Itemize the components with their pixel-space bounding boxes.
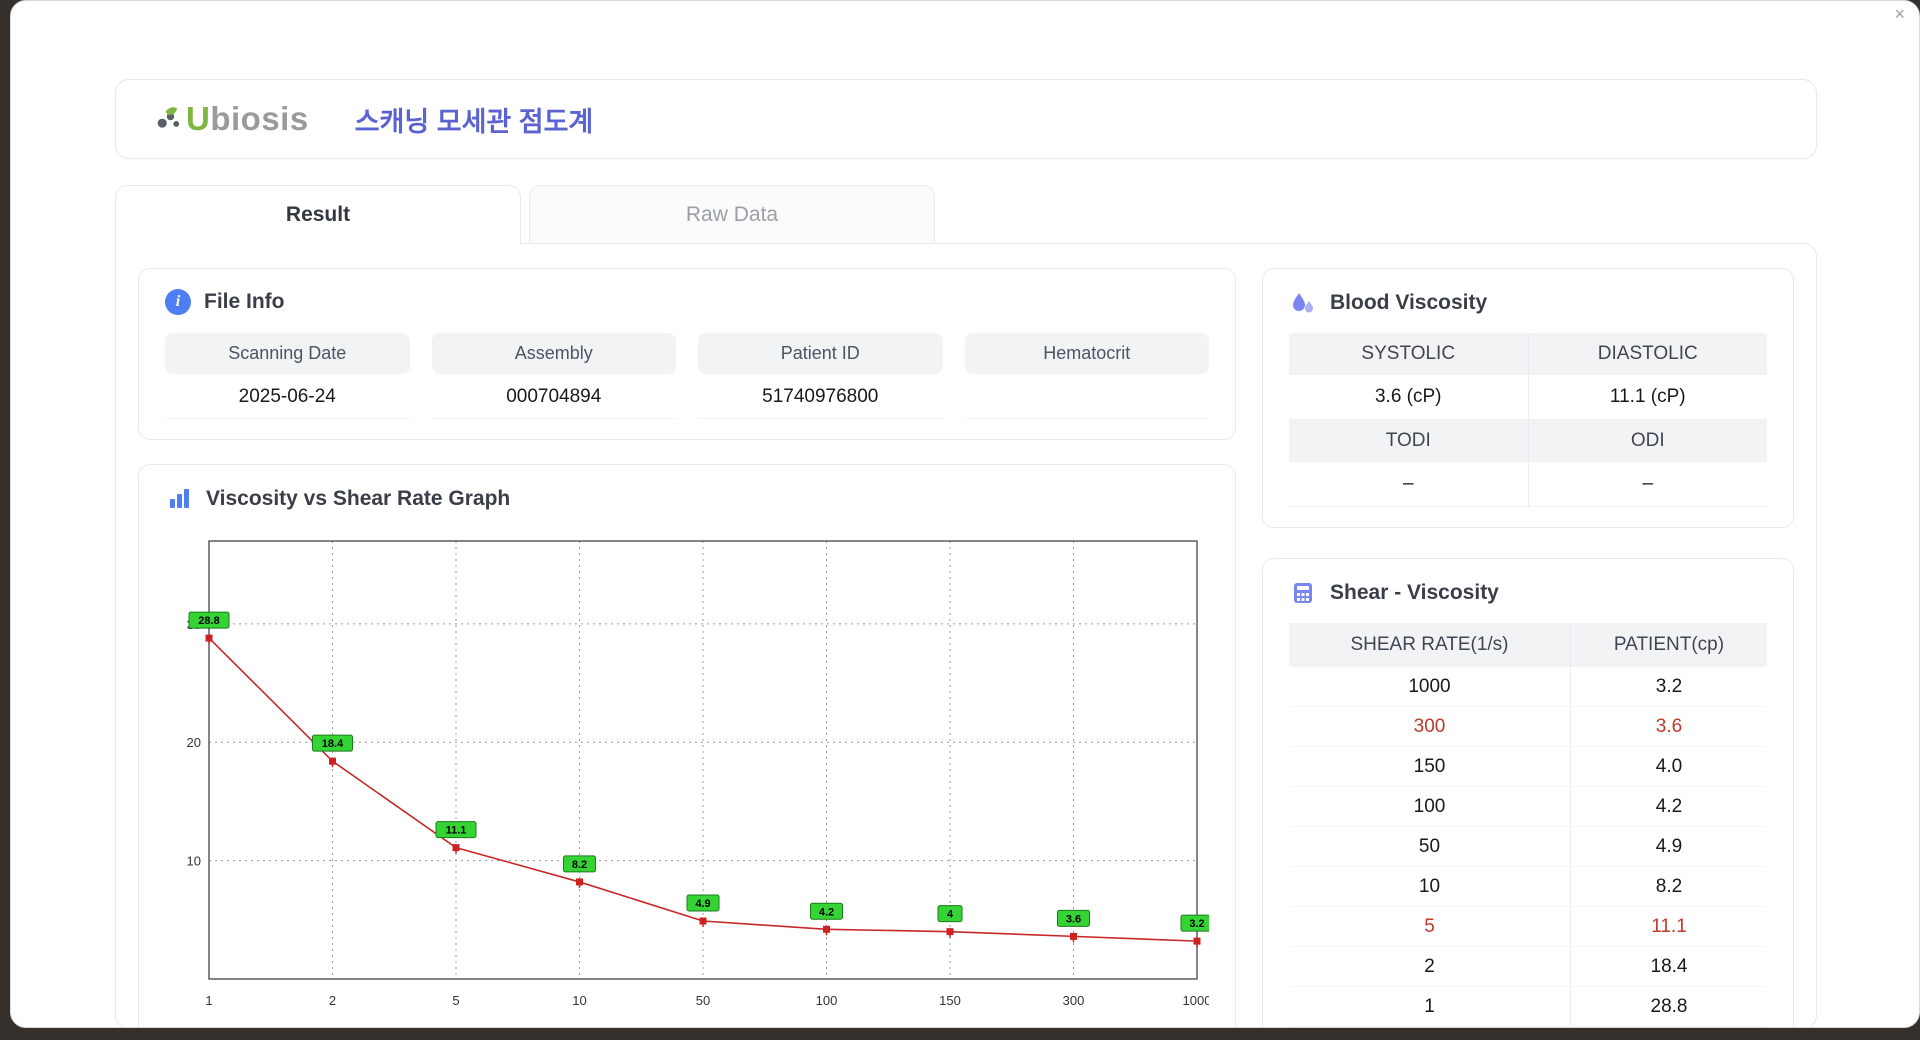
- svg-text:8.2: 8.2: [572, 859, 587, 871]
- app-header: Ubiosis 스캐닝 모세관 점도계: [115, 79, 1817, 159]
- svg-text:150: 150: [939, 993, 961, 1008]
- blood-viscosity-card: Blood Viscosity SYSTOLIC DIASTOLIC 3.6 (…: [1262, 268, 1794, 528]
- bv-value-diastolic: 11.1 (cP): [1527, 375, 1767, 420]
- bv-header-diastolic: DIASTOLIC: [1527, 333, 1767, 375]
- shear-rate-cell: 50: [1289, 826, 1571, 867]
- svg-text:4.2: 4.2: [819, 906, 834, 918]
- shear-rate-cell: 150: [1289, 746, 1571, 787]
- blood-viscosity-table: SYSTOLIC DIASTOLIC 3.6 (cP) 11.1 (cP) TO…: [1289, 333, 1767, 507]
- tab-raw-data[interactable]: Raw Data: [529, 185, 935, 243]
- table-row: 150 4.0: [1289, 746, 1767, 787]
- svg-text:3.2: 3.2: [1189, 918, 1204, 930]
- patient-value-cell: 18.4: [1570, 946, 1767, 987]
- bv-header-systolic: SYSTOLIC: [1289, 333, 1528, 375]
- field-value: 2025-06-24: [165, 374, 410, 419]
- bar-chart-icon: [165, 485, 193, 513]
- svg-text:18.4: 18.4: [322, 738, 344, 750]
- bv-value-todi: –: [1289, 462, 1528, 507]
- patient-value-cell: 3.6: [1570, 706, 1767, 747]
- svg-text:50: 50: [696, 993, 710, 1008]
- shear-col-header: SHEAR RATE(1/s): [1289, 623, 1571, 667]
- tab-result[interactable]: Result: [115, 185, 521, 244]
- table-row: 1 28.8: [1289, 986, 1767, 1027]
- svg-text:5: 5: [452, 993, 459, 1008]
- file-info-title: File Info: [204, 290, 285, 313]
- blood-viscosity-title: Blood Viscosity: [1330, 291, 1488, 314]
- shear-rate-cell: 5: [1289, 906, 1571, 947]
- svg-text:10: 10: [187, 854, 201, 869]
- bv-header-odi: ODI: [1527, 419, 1767, 462]
- field-assembly: Assembly 000704894: [431, 333, 676, 419]
- table-row: 100 4.2: [1289, 786, 1767, 827]
- field-label: Assembly: [431, 333, 676, 374]
- svg-text:20: 20: [187, 735, 201, 750]
- shear-rate-cell: 300: [1289, 706, 1571, 747]
- shear-rate-cell: 1000: [1289, 667, 1571, 707]
- graph-title: Viscosity vs Shear Rate Graph: [206, 487, 511, 510]
- patient-value-cell: 11.1: [1570, 906, 1767, 947]
- logo-text: Ubiosis: [186, 100, 309, 137]
- info-icon: i: [165, 289, 191, 315]
- shear-viscosity-table: SHEAR RATE(1/s) PATIENT(cp) 1000 3.2 300 3.…: [1289, 623, 1767, 1027]
- field-value: 000704894: [431, 374, 676, 419]
- table-row: 1000 3.2: [1289, 667, 1767, 707]
- field-patient-id: Patient ID 51740976800: [698, 333, 943, 419]
- svg-text:1: 1: [205, 993, 212, 1008]
- field-hematocrit: Hematocrit: [964, 333, 1209, 419]
- patient-value-cell: 28.8: [1570, 986, 1767, 1027]
- bv-header-todi: TODI: [1289, 419, 1528, 462]
- page-title: 스캐닝 모세관 점도계: [354, 106, 594, 137]
- table-row: 2 18.4: [1289, 946, 1767, 987]
- calculator-icon: [1289, 579, 1317, 607]
- viscosity-chart: 1251050100150300100010203028.818.411.18.…: [165, 525, 1209, 1027]
- svg-text:1000: 1000: [1183, 993, 1209, 1008]
- field-label: Hematocrit: [964, 333, 1209, 374]
- field-label: Scanning Date: [165, 333, 410, 374]
- shear-viscosity-card: Shear - Viscosity SHEAR RATE(1/s) PATIEN…: [1262, 558, 1794, 1027]
- shear-rate-cell: 1: [1289, 986, 1571, 1027]
- svg-text:28.8: 28.8: [198, 615, 219, 627]
- table-row: 10 8.2: [1289, 866, 1767, 907]
- app-window: × Ubiosis 스캐닝 모세관 점도계 Result Raw Data i …: [10, 0, 1920, 1028]
- viscosity-graph-card: Viscosity vs Shear Rate Graph 1 2 5 10 50 100…: [138, 464, 1236, 1027]
- field-value: [964, 374, 1209, 419]
- svg-text:11.1: 11.1: [446, 825, 467, 837]
- svg-text:100: 100: [816, 993, 838, 1008]
- svg-text:3.6: 3.6: [1066, 913, 1081, 925]
- shear-rate-cell: 100: [1289, 786, 1571, 827]
- bv-value-odi: –: [1527, 462, 1767, 507]
- field-scanning-date: Scanning Date 2025-06-24: [165, 333, 410, 419]
- svg-text:2: 2: [329, 993, 336, 1008]
- close-icon[interactable]: ×: [1894, 5, 1905, 23]
- shear-rate-cell: 2: [1289, 946, 1571, 987]
- tab-bar: Result Raw Data: [115, 185, 1817, 244]
- svg-text:300: 300: [1063, 993, 1085, 1008]
- file-info-card: i File Info Scanning Date 2025-06-24 Ass…: [138, 268, 1236, 440]
- field-label: Patient ID: [698, 333, 943, 374]
- table-row: 50 4.9: [1289, 826, 1767, 867]
- svg-text:4: 4: [947, 909, 954, 921]
- patient-value-cell: 4.2: [1570, 786, 1767, 827]
- shear-rate-cell: 10: [1289, 866, 1571, 907]
- logo-leaf-icon: [154, 105, 182, 133]
- droplets-icon: [1289, 289, 1317, 317]
- file-info-fields: Scanning Date 2025-06-24 Assembly 000704…: [165, 333, 1209, 419]
- patient-value-cell: 8.2: [1570, 866, 1767, 907]
- field-value: 51740976800: [698, 374, 943, 419]
- patient-value-cell: 4.0: [1570, 746, 1767, 787]
- result-panel: i File Info Scanning Date 2025-06-24 Ass…: [115, 243, 1817, 1027]
- table-row: 5 11.1: [1289, 906, 1767, 947]
- svg-text:4.9: 4.9: [695, 898, 710, 910]
- table-row: 300 3.6: [1289, 706, 1767, 747]
- bv-value-systolic: 3.6 (cP): [1289, 375, 1528, 420]
- viscosity-chart-svg: 1251050100150300100010203028.818.411.18.…: [187, 540, 1209, 1008]
- patient-col-header: PATIENT(cp): [1570, 623, 1767, 667]
- shear-viscosity-title: Shear - Viscosity: [1330, 581, 1499, 604]
- ubiosis-logo: Ubiosis: [154, 100, 309, 138]
- patient-value-cell: 3.2: [1570, 667, 1767, 707]
- svg-text:10: 10: [572, 993, 586, 1008]
- patient-value-cell: 4.9: [1570, 826, 1767, 867]
